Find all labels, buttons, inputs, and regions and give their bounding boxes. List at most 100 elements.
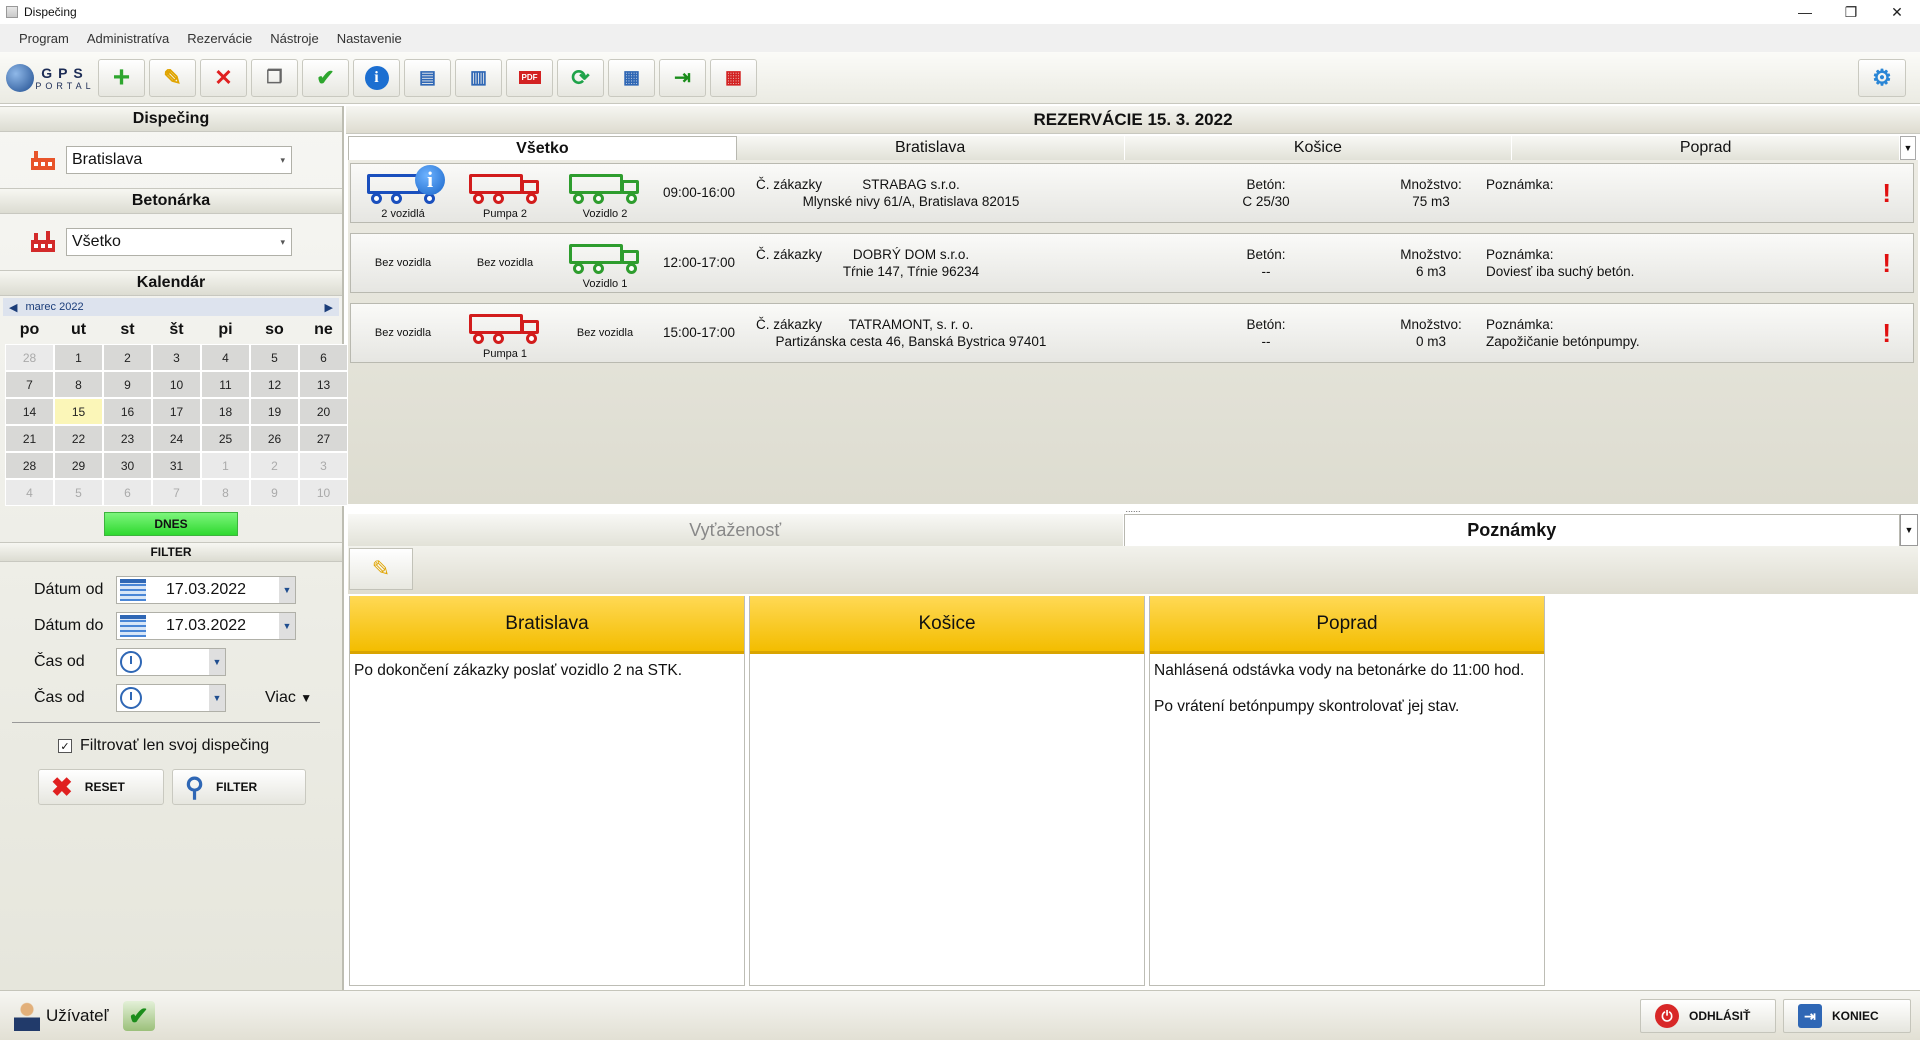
info-button[interactable]: i [353,58,400,97]
calendar-day[interactable]: 31 [152,452,201,479]
calendar-day[interactable]: 10 [299,479,348,506]
date-button[interactable]: ▦ [710,58,757,97]
calendar-day[interactable]: 27 [299,425,348,452]
calendar-day[interactable]: 9 [103,371,152,398]
chevron-down-icon[interactable]: ▼ [209,685,225,711]
tab-bratislava[interactable]: Bratislava [737,136,1125,160]
notes-column-kosice[interactable]: Košice [749,596,1145,986]
delete-button[interactable]: ✕ [200,58,247,97]
exit-button[interactable]: ⇥ [659,58,706,97]
notes-column-bratislava[interactable]: Bratislava Po dokončení zákazky poslať v… [349,596,745,986]
calendar-day[interactable]: 4 [201,344,250,371]
calendar-day[interactable]: 3 [152,344,201,371]
menu-administrativa[interactable]: Administratíva [87,31,169,46]
edit-button[interactable]: ✎ [149,58,196,97]
calendar-day[interactable]: 8 [54,371,103,398]
exit-button[interactable]: ⇥ KONIEC [1783,999,1911,1033]
calendar-day[interactable]: 7 [5,371,54,398]
calendar-day[interactable]: 30 [103,452,152,479]
calendar-day[interactable]: 3 [299,452,348,479]
betonarka-select[interactable]: Všetko ▾ [66,228,292,256]
cas-od-field-2[interactable]: ▼ [116,684,226,712]
calendar-day[interactable]: 16 [103,398,152,425]
calendar-day[interactable]: 18 [201,398,250,425]
calendar-day[interactable]: 6 [103,479,152,506]
calendar-day-selected[interactable]: 15 [54,398,103,425]
tab-poznamky[interactable]: Poznámky [1123,514,1900,546]
menu-rezervacie[interactable]: Rezervácie [187,31,252,46]
calendar-day[interactable]: 11 [201,371,250,398]
calendar-day[interactable]: 20 [299,398,348,425]
add-button[interactable]: + [98,58,145,97]
notes-column-poprad[interactable]: Poprad Nahlásená odstávka vody na betoná… [1149,596,1545,986]
logout-button[interactable]: ⏻ ODHLÁSIŤ [1640,999,1776,1033]
checkbox-icon[interactable]: ✓ [58,739,72,753]
datum-od-field[interactable]: 17.03.2022 ▼ [116,576,296,604]
restore-button[interactable]: ❐ [1828,0,1874,24]
confirm-button[interactable]: ✔ [302,58,349,97]
calendar-button[interactable]: ▦ [608,58,655,97]
calendar-day[interactable]: 1 [201,452,250,479]
calendar-day[interactable]: 17 [152,398,201,425]
panel-splitter[interactable]: ...... [348,504,1918,514]
calendar-day[interactable]: 4 [5,479,54,506]
calendar-day[interactable]: 28 [5,452,54,479]
calendar-day[interactable]: 25 [201,425,250,452]
minimize-button[interactable]: — [1782,0,1828,24]
calendar-day[interactable]: 5 [54,479,103,506]
calendar-day[interactable]: 21 [5,425,54,452]
filter-button[interactable]: ⚲ FILTER [172,769,306,805]
chevron-down-icon[interactable]: ▼ [1900,514,1918,546]
calendar-day[interactable]: 2 [250,452,299,479]
reservation-row[interactable]: Bez vozidla Pumpa 1 Bez vozidla 15:00-17… [350,303,1914,363]
menu-nastroje[interactable]: Nástroje [270,31,318,46]
calendar-day[interactable]: 19 [250,398,299,425]
calendar-day[interactable]: 14 [5,398,54,425]
pdf-button[interactable]: PDF [506,58,553,97]
dispecing-select[interactable]: Bratislava ▾ [66,146,292,174]
calendar-day[interactable]: 22 [54,425,103,452]
reservation-row[interactable]: i 2 vozidlá Pumpa 2 Vozidlo 2 09:00-16:0… [350,163,1914,223]
tab-kosice[interactable]: Košice [1125,136,1513,160]
reset-button[interactable]: ✖ RESET [38,769,164,805]
calendar-day[interactable]: 28 [5,344,54,371]
tab-vsetko[interactable]: Všetko [348,136,737,160]
menu-nastavenie[interactable]: Nastavenie [337,31,402,46]
chevron-down-icon[interactable]: ▼ [1900,136,1916,160]
export-button[interactable]: ▤ [404,58,451,97]
prev-month-icon[interactable]: ◀ [9,301,17,314]
tab-vytazenost[interactable]: Vyťaženosť [348,514,1124,546]
chevron-down-icon[interactable]: ▼ [209,649,225,675]
calendar-day[interactable]: 26 [250,425,299,452]
calendar-day[interactable]: 6 [299,344,348,371]
calendar-day[interactable]: 29 [54,452,103,479]
calendar-day[interactable]: 24 [152,425,201,452]
copy-button[interactable]: ❐ [251,58,298,97]
close-button[interactable]: ✕ [1874,0,1920,24]
cas-od-field[interactable]: ▼ [116,648,226,676]
edit-notes-button[interactable]: ✎ [349,548,413,590]
refresh-button[interactable]: ⟳ [557,58,604,97]
datum-do-field[interactable]: 17.03.2022 ▼ [116,612,296,640]
filter-own-checkbox[interactable]: ✓ Filtrovať len svoj dispečing [0,737,342,755]
calendar-day[interactable]: 1 [54,344,103,371]
calendar-day[interactable]: 7 [152,479,201,506]
today-button[interactable]: DNES [104,512,238,536]
tab-poprad[interactable]: Poprad [1512,136,1900,160]
calendar-day[interactable]: 12 [250,371,299,398]
calendar-day[interactable]: 9 [250,479,299,506]
next-month-icon[interactable]: ▶ [325,301,333,314]
settings-button[interactable]: ⚙ [1858,59,1906,97]
calendar-day[interactable]: 23 [103,425,152,452]
calendar-day[interactable]: 5 [250,344,299,371]
chevron-down-icon[interactable]: ▼ [279,577,295,603]
calendar-day[interactable]: 13 [299,371,348,398]
viac-toggle[interactable]: Viac ▼ [265,689,312,707]
calendar-day[interactable]: 8 [201,479,250,506]
reservation-row[interactable]: Bez vozidla Bez vozidla Vozidlo 1 12:00-… [350,233,1914,293]
calendar-day[interactable]: 2 [103,344,152,371]
calendar-day[interactable]: 10 [152,371,201,398]
import-button[interactable]: ▥ [455,58,502,97]
chevron-down-icon[interactable]: ▼ [279,613,295,639]
menu-program[interactable]: Program [19,31,69,46]
